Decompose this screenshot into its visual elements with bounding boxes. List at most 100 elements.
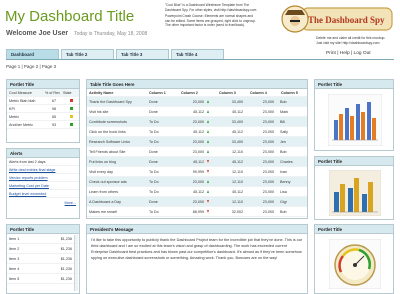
value-cell: 33,400 [231,139,243,144]
owner-cell: Charles [280,159,293,164]
activity-name: Research Software Links [89,139,130,144]
item-label: Item 1 [9,236,20,241]
activity-name: Put links on blog [89,159,117,164]
column-chart-image [329,170,381,216]
measure-name: Metric Blah blah [9,98,36,103]
value-cell: 12,110 [231,179,243,184]
chart-bar [334,192,339,212]
table-header-row: Cool Measure % of Rev State [7,89,79,97]
owner-cell: Ivan [280,169,287,174]
alert-item[interactable]: Marketing Cost per Date [7,182,79,190]
value-cell: 23,000 [192,149,204,154]
activity-table-panel: Table Title Goes Here Activity Name Colu… [86,79,308,219]
trend-up-icon [207,180,209,183]
trend-up-icon [207,100,209,103]
owner-cell: Lisa [280,189,287,194]
message-body: I'd like to take this opportunity to pub… [91,238,303,260]
value-cell: 23,000 [262,159,274,164]
table-row: Makes me smart! To Do 88,999 32,002 23,000 Bo… [87,207,307,217]
chart-bar [339,114,343,140]
state-indicator [70,99,73,102]
tab-title-2[interactable]: Tab Title 2 [61,49,114,59]
measure-value: 65 [52,114,57,119]
portlet-title: Portlet Title [315,157,393,166]
trend-up-icon [207,190,209,193]
chart-bar [361,112,365,140]
activity-name: Visit every day [89,169,113,174]
activity-name: Click on the book links [89,129,126,134]
value-cell: 45,112 [192,129,204,134]
owner-cell: Benny [280,179,291,184]
activity-name: Check out sponsor ads [89,179,127,184]
table-row: Click on the book links To Do 45,112 45,112… [87,127,307,137]
table-row: KPI 98 [7,105,79,113]
value-cell: 12,110 [231,169,243,174]
owner-cell: Sally [280,129,288,134]
status-cell: Done [149,109,158,114]
status-cell: Done [149,199,158,204]
item-value: $1,236 [60,246,72,251]
activity-name: Contribute screenshots [89,119,127,124]
alert-item[interactable]: Vendor reports problem [7,174,79,182]
value-cell: 23,000 [192,139,204,144]
activity-name: A Dashboard a Day [89,199,121,204]
chart-bar [334,120,338,140]
status-cell: Done [149,99,158,104]
value-cell: 23,000 [262,169,274,174]
owner-cell: Bob [280,209,287,214]
portlet-items: Portlet Title Item 1 $1,236 Item 2 $1,236 … [6,224,80,294]
value-cell: 23,000 [262,109,274,114]
col-header: State [63,90,72,95]
measure-name: Metric [9,114,20,119]
blurb-line: Dashboard Spy. For other styles, visit h… [165,7,257,12]
status-cell: Done [149,149,158,154]
page-links[interactable]: Page 1 | Page 2 | Page 3 [6,64,56,69]
utility-links[interactable]: Print | Help | Log Out [326,51,371,56]
value-cell: 23,000 [192,179,204,184]
table-row: Visit his site Done 45,112 45,112 23,000 Mark [87,107,307,117]
list-item: Item 2 $1,236 [7,244,79,254]
state-indicator [70,107,73,110]
col-header: Cool Measure [9,90,32,95]
owner-cell: Bob [280,99,287,104]
trend-up-icon [207,110,209,113]
measure-name: Another Metric [9,122,33,127]
owner-cell: Gigi [280,199,287,204]
table-row: Learn from others To Do 45,112 45,112 23,000… [87,187,307,197]
item-label: Item 3 [9,256,20,261]
value-cell: 45,112 [231,189,243,194]
status-cell: To Do [149,139,159,144]
right-portlet-2: Portlet Title [314,156,394,220]
table-row: Tell Friends about Site Done 23,000 12,110 2… [87,147,307,157]
activity-name: Makes me smart! [89,209,118,214]
status-cell: To Do [149,189,159,194]
portlet-title: Portlet Title [315,80,393,89]
alert-item[interactable]: Write deal entries final stage [7,166,79,174]
value-cell: 45,112 [231,159,243,164]
right-portlet-3: Portlet Title [314,224,394,294]
scrollbar[interactable] [74,235,78,291]
measure-name: KPI [9,106,15,111]
delete-note-line: Just visit my site! http://dashboardspy.… [316,40,380,45]
value-cell: 99,999 [192,169,204,174]
col-header: % of Rev [45,90,60,95]
alert-item[interactable]: Budget level exceeded [7,190,79,198]
value-cell: 23,000 [262,209,274,214]
col-header: Column 4 [250,90,267,95]
message-title: President's Message [87,225,307,234]
col-header: Activity Name [89,90,114,95]
tab-underline [6,59,394,60]
more-link[interactable]: More... [7,201,79,205]
delete-note: Delete me and claim all credit for this … [316,36,396,45]
tab-title-4[interactable]: Tab Title 4 [171,49,224,59]
alerts-title: Alerts [7,149,79,158]
delete-note-line: Delete me and claim all credit for this … [316,36,386,40]
table-row: Visit every day To Do 99,999 12,110 23,000 Iv… [87,167,307,177]
table-row: Metric Blah blah 67 [7,97,79,105]
tab-title-3[interactable]: Tab Title 3 [116,49,169,59]
status-cell: To Do [149,169,159,174]
trend-up-icon [207,120,209,123]
tab-dashboard[interactable]: Dashboard [6,49,59,59]
chart-bar [367,102,371,140]
page-title: My Dashboard Title [5,8,135,25]
